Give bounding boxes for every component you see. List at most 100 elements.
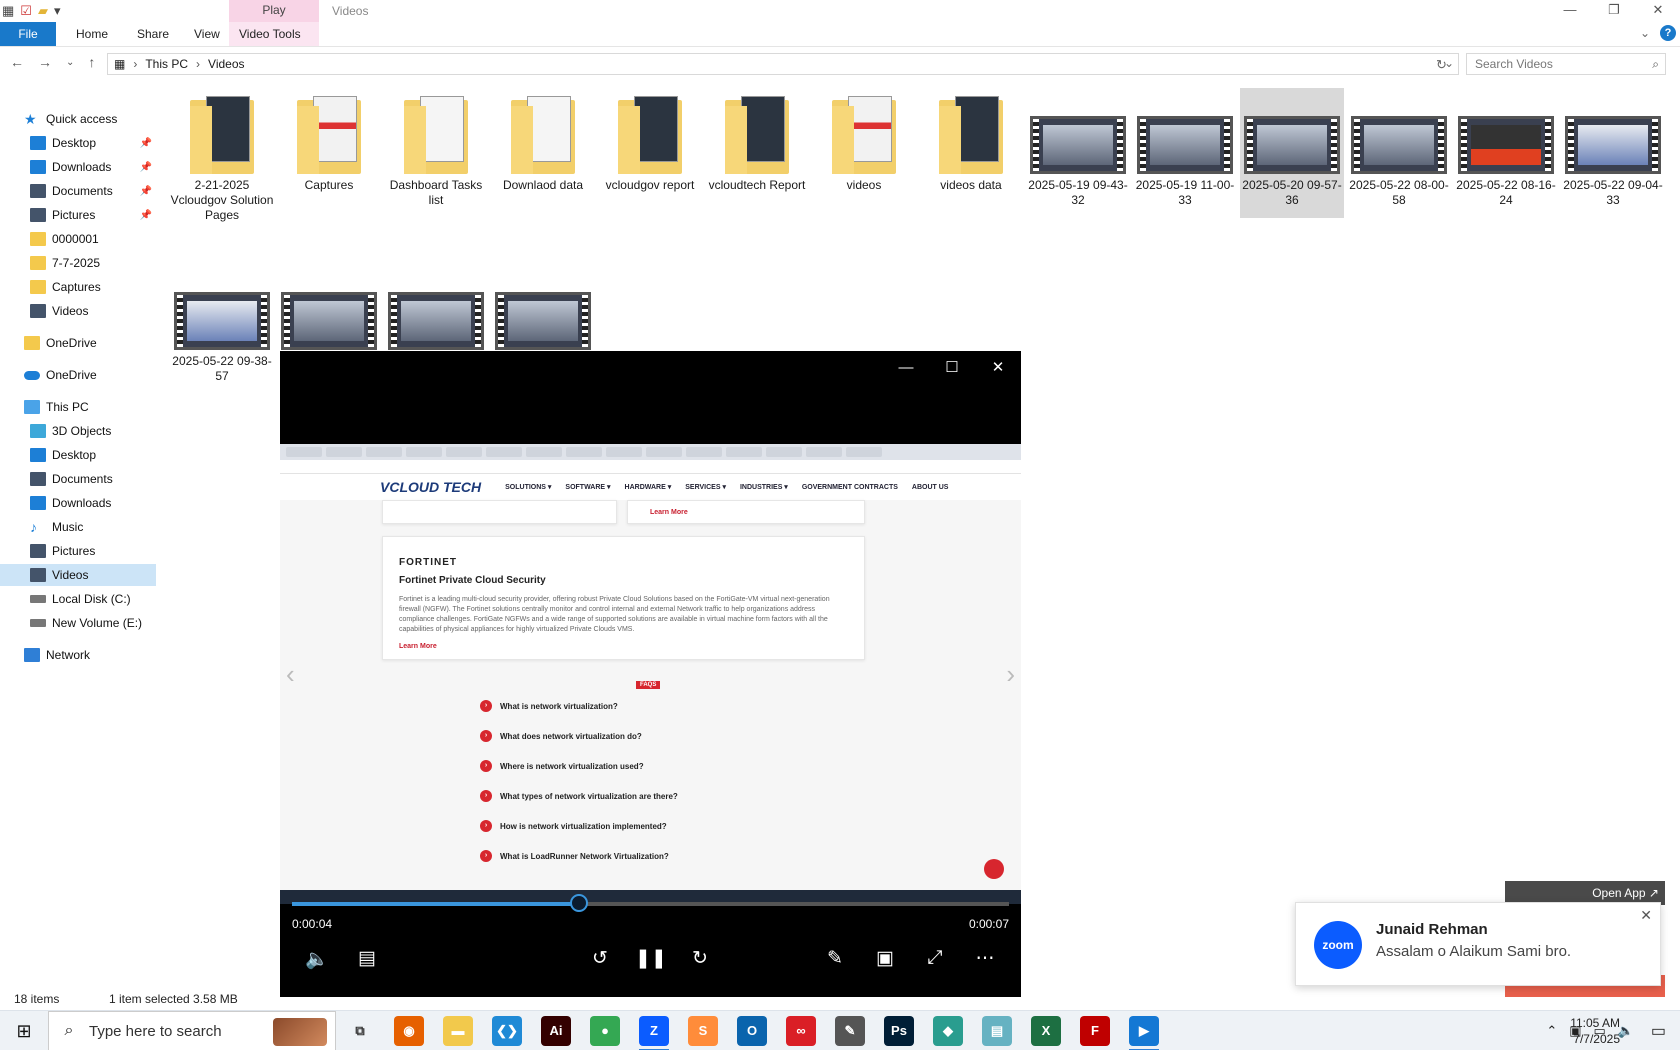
folder-item[interactable]: vcloudgov report xyxy=(598,88,702,218)
close-button[interactable]: ✕ xyxy=(1636,0,1680,22)
taskbar-search[interactable]: ⌕ Type here to search xyxy=(48,1011,336,1050)
volume-icon[interactable]: 🔈 xyxy=(302,947,332,971)
video-file-item[interactable]: Mobile layout menus xyxy=(277,238,381,383)
sidebar-item-onedrive[interactable]: OneDrive xyxy=(0,332,156,354)
fullscreen-icon[interactable]: ⤢ xyxy=(920,947,950,969)
video-file-item[interactable]: uk vcloudtech menu xyxy=(491,238,595,383)
forward-icon[interactable]: → xyxy=(38,54,52,70)
sublime-icon[interactable]: S xyxy=(688,1016,718,1046)
sidebar-item-quick-access[interactable]: ★ Quick access xyxy=(0,108,156,130)
breadcrumb-videos[interactable]: Videos xyxy=(208,57,244,71)
tab-video-tools[interactable]: Video Tools xyxy=(229,22,319,46)
sidebar-item-7-7-2025[interactable]: 7-7-2025 xyxy=(0,252,156,274)
tab-view[interactable]: View xyxy=(184,22,230,46)
sidebar-item-0000001[interactable]: 0000001 xyxy=(0,228,156,250)
video-file-item[interactable]: 2025-05-22 08-00-58 xyxy=(1347,88,1451,218)
sidebar-item-desktop[interactable]: Desktop xyxy=(0,444,156,466)
tab-file[interactable]: File xyxy=(0,22,56,46)
notification-close-icon[interactable]: ✕ xyxy=(1640,907,1652,924)
seek-bar[interactable] xyxy=(292,894,1009,912)
expand-ribbon-icon[interactable]: ⌄ xyxy=(1640,26,1650,40)
vscode-icon[interactable]: ❮❯ xyxy=(492,1016,522,1046)
more-options-icon[interactable]: ⋯ xyxy=(970,947,1000,970)
recent-locations-icon[interactable]: ⌄ xyxy=(66,57,74,70)
speaker-icon[interactable]: 🔈 xyxy=(1618,1023,1634,1039)
folder-item[interactable]: Downlaod data xyxy=(491,88,595,218)
video-file-item[interactable]: Services pages xyxy=(384,238,488,368)
sidebar-item-music[interactable]: ♪ Music xyxy=(0,516,156,538)
customize-qat-icon[interactable]: ▾ xyxy=(54,3,61,19)
pause-icon[interactable]: ❚❚ xyxy=(635,947,667,970)
sidebar-item-this-pc[interactable]: This PC xyxy=(0,396,156,418)
video-file-item[interactable]: 2025-05-22 08-16-24 xyxy=(1454,88,1558,218)
skip-back-10-icon[interactable]: ↺ xyxy=(585,947,615,970)
restore-button[interactable]: ❐ xyxy=(1592,0,1636,22)
zoom-icon[interactable]: Z xyxy=(639,1016,669,1050)
clock[interactable]: 11:05 AM 7/7/2025 xyxy=(1570,1015,1620,1047)
tray-chevron-icon[interactable]: ⌃ xyxy=(1546,1023,1557,1039)
sidebar-item-videos[interactable]: Videos xyxy=(0,300,156,322)
video-file-item[interactable]: 2025-05-19 09-43-32 xyxy=(1026,88,1130,218)
sidebar-item-onedrive[interactable]: OneDrive xyxy=(0,364,156,386)
contextual-play-tab[interactable]: Play xyxy=(229,0,319,22)
back-icon[interactable]: ← xyxy=(10,54,24,70)
chrome-icon[interactable]: ● xyxy=(590,1016,620,1046)
refresh-icon[interactable]: ↻ xyxy=(1436,57,1447,73)
search-input[interactable]: Search Videos ⌕ xyxy=(1466,53,1666,75)
filezilla-icon[interactable]: F xyxy=(1080,1016,1110,1046)
player-minimize-button[interactable]: — xyxy=(883,351,929,385)
outlook-icon[interactable]: O xyxy=(737,1016,767,1046)
sidebar-item-downloads[interactable]: Downloads 📌 xyxy=(0,156,156,178)
folder-item[interactable]: vcloudtech Report xyxy=(705,88,809,218)
mini-view-icon[interactable]: ▣ xyxy=(870,947,900,970)
app-notes-icon[interactable]: ▤ xyxy=(982,1016,1012,1046)
creative-cloud-icon[interactable]: ∞ xyxy=(786,1016,816,1046)
task-view-icon[interactable]: ⧉ xyxy=(345,1016,375,1046)
sidebar-item-network[interactable]: Network xyxy=(0,644,156,666)
sidebar-item-pictures[interactable]: Pictures xyxy=(0,540,156,562)
help-icon[interactable]: ? xyxy=(1660,25,1676,41)
illustrator-icon[interactable]: Ai xyxy=(541,1016,571,1046)
start-button[interactable]: ⊞ xyxy=(0,1011,48,1050)
tab-home[interactable]: Home xyxy=(66,22,118,46)
sidebar-item-3d-objects[interactable]: 3D Objects xyxy=(0,420,156,442)
sidebar-item-documents[interactable]: Documents 📌 xyxy=(0,180,156,202)
firefox-icon[interactable]: ◉ xyxy=(394,1016,424,1046)
folder-item[interactable]: 2-21-2025 Vcloudgov Solution Pages xyxy=(170,88,274,222)
skip-forward-30-icon[interactable]: ↻ xyxy=(685,947,715,970)
media-player-icon[interactable]: ▶ xyxy=(1129,1016,1159,1050)
folder-item[interactable]: Captures xyxy=(277,88,381,218)
video-file-item[interactable]: 2025-05-22 09-04-33 xyxy=(1561,88,1665,218)
video-file-item[interactable]: 2025-05-19 11-00-33 xyxy=(1133,88,1237,218)
folder-item[interactable]: videos data xyxy=(919,88,1023,218)
video-frame[interactable]: VCLOUD TECH SOLUTIONS ▾ SOFTWARE ▾ HARDW… xyxy=(280,444,1021,904)
file-explorer-icon[interactable]: ▬ xyxy=(443,1016,473,1046)
player-close-button[interactable]: ✕ xyxy=(975,351,1021,385)
video-file-item[interactable]: 2025-05-22 09-38-57 xyxy=(170,238,274,383)
sidebar-item-captures[interactable]: Captures xyxy=(0,276,156,298)
edit-pen-icon[interactable]: ✎ xyxy=(820,947,850,970)
player-maximize-button[interactable]: ☐ xyxy=(929,351,975,385)
photoshop-icon[interactable]: Ps xyxy=(884,1016,914,1046)
sidebar-item-pictures[interactable]: Pictures 📌 xyxy=(0,204,156,226)
sidebar-item-desktop[interactable]: Desktop 📌 xyxy=(0,132,156,154)
breadcrumb-this-pc[interactable]: This PC xyxy=(145,57,188,71)
zoom-notification[interactable]: zoom Junaid Rehman Assalam o Alaikum Sam… xyxy=(1295,902,1661,986)
properties-icon[interactable]: ☑ xyxy=(20,3,32,19)
up-icon[interactable]: ↑ xyxy=(88,54,95,70)
sidebar-item-videos[interactable]: Videos xyxy=(0,564,156,586)
app-diamond-icon[interactable]: ◆ xyxy=(933,1016,963,1046)
new-folder-icon[interactable]: ▰ xyxy=(38,3,48,19)
minimize-button[interactable]: — xyxy=(1548,0,1592,22)
folder-item[interactable]: videos xyxy=(812,88,916,218)
folder-item[interactable]: Dashboard Tasks list xyxy=(384,88,488,218)
sidebar-item-downloads[interactable]: Downloads xyxy=(0,492,156,514)
sidebar-item-documents[interactable]: Documents xyxy=(0,468,156,490)
seek-handle[interactable] xyxy=(569,894,588,912)
pen-tool-icon[interactable]: ✎ xyxy=(835,1016,865,1046)
sidebar-item-local-disk-c[interactable]: Local Disk (C:) xyxy=(0,588,156,610)
notification-center-icon[interactable]: ▭ xyxy=(1651,1021,1666,1041)
excel-icon[interactable]: X xyxy=(1031,1016,1061,1046)
tab-share[interactable]: Share xyxy=(127,22,179,46)
video-file-item[interactable]: 2025-05-20 09-57-36 xyxy=(1240,88,1344,218)
